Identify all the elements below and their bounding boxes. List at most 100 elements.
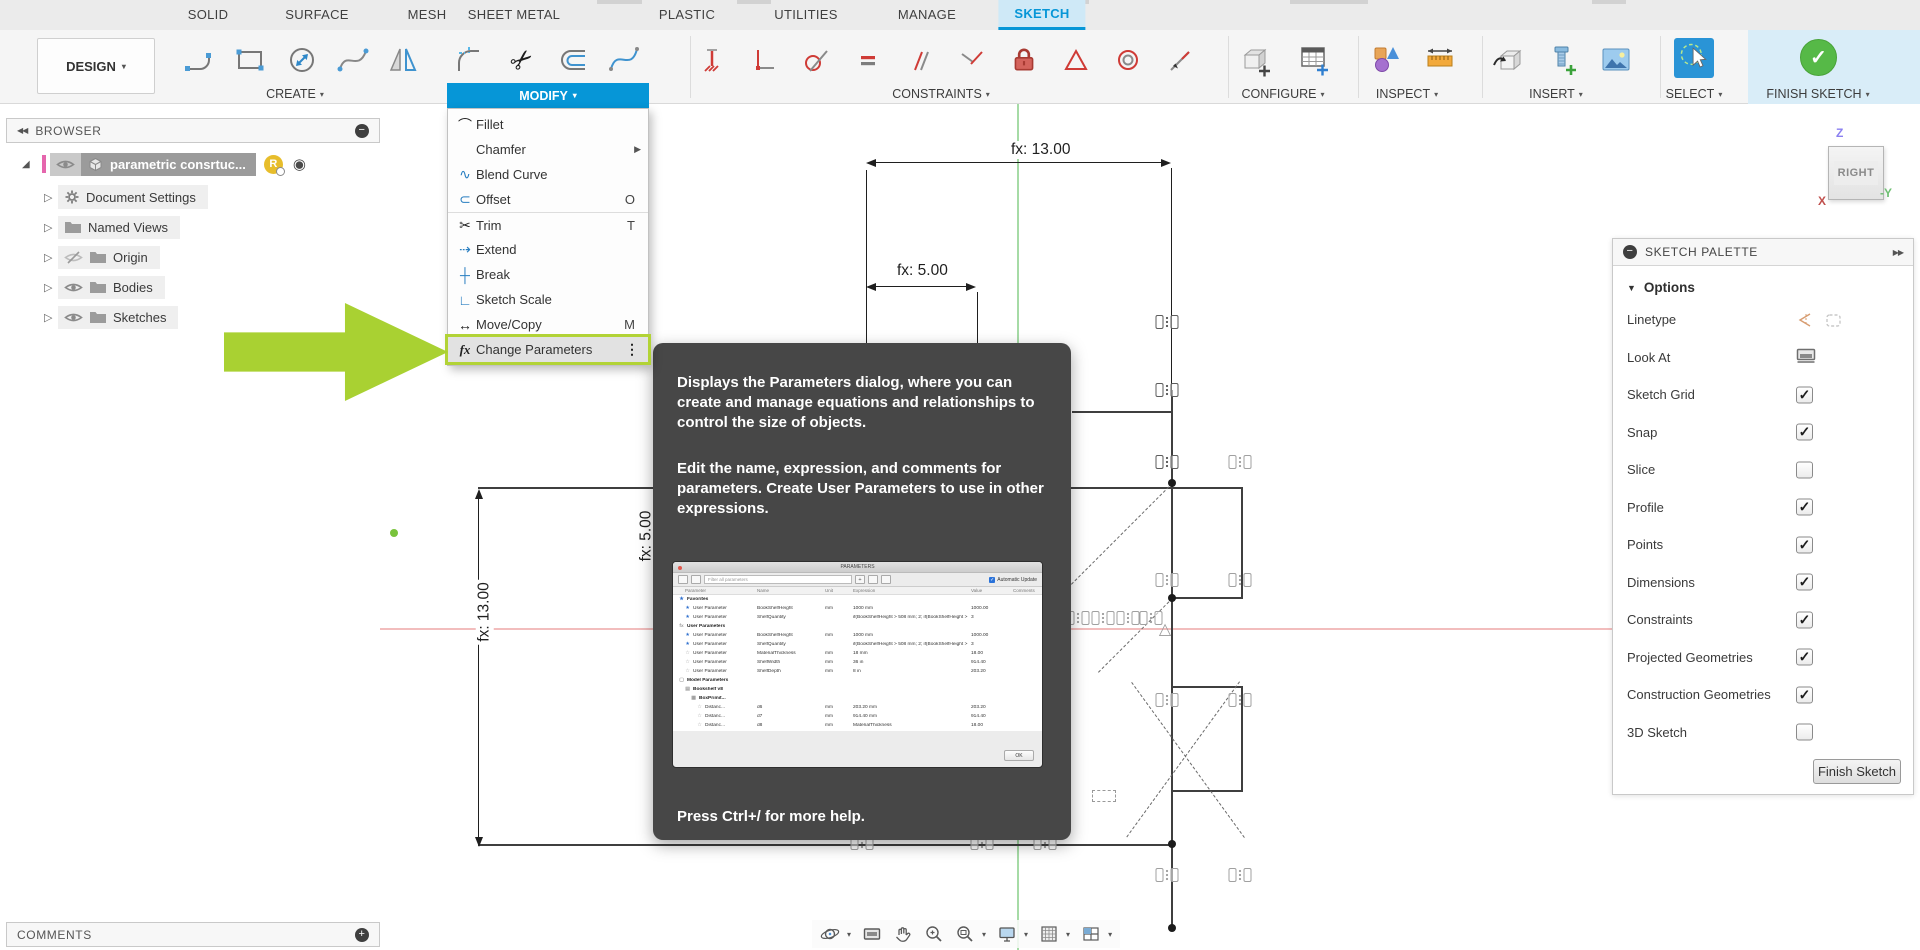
more-options-icon[interactable]: ⋮	[625, 341, 639, 358]
constraint-badge-icon[interactable]	[1229, 573, 1252, 587]
create-group-label[interactable]: CREATE▾	[266, 87, 324, 101]
modify-trim-button[interactable]: ✂	[499, 36, 545, 84]
select-group-label[interactable]: SELECT▾	[1666, 87, 1723, 101]
constraint-badge-icon[interactable]	[1156, 455, 1179, 469]
tab-solid[interactable]: SOLID	[172, 0, 245, 30]
menu-item[interactable]: ⊂ Offset O	[448, 187, 648, 212]
insert-derive-button[interactable]	[1485, 36, 1531, 84]
inspect-shapes-button[interactable]	[1363, 36, 1409, 84]
comments-bar[interactable]: COMMENTS	[6, 922, 380, 947]
expander-icon[interactable]	[44, 311, 58, 324]
palette-checkbox[interactable]	[1796, 424, 1813, 441]
tab-utilities[interactable]: UTILITIES	[758, 0, 853, 30]
tangent-constraint-button[interactable]	[793, 36, 839, 84]
constraint-badge-icon[interactable]	[1156, 383, 1179, 397]
pan-button[interactable]	[893, 924, 913, 944]
expander-icon[interactable]	[44, 191, 58, 204]
create-rectangle-button[interactable]	[227, 36, 273, 84]
palette-checkbox[interactable]	[1796, 499, 1813, 516]
activate-component-icon[interactable]: ◉	[293, 155, 306, 173]
chevron-down-icon[interactable]: ▾	[1024, 930, 1028, 939]
constraints-group-label[interactable]: CONSTRAINTS▾	[892, 87, 990, 101]
menu-item[interactable]: ✂ Trim T	[448, 212, 648, 237]
expander-icon[interactable]	[44, 221, 58, 234]
constraint-badge-icon[interactable]	[1156, 693, 1179, 707]
constraint-badge-icon[interactable]	[1229, 868, 1252, 882]
viewcube-face[interactable]: RIGHT	[1834, 161, 1879, 185]
collapse-panel-icon[interactable]: ◀◀	[17, 126, 27, 135]
zoom-window-button[interactable]	[955, 924, 975, 944]
sketch-point[interactable]	[1168, 840, 1176, 848]
expand-panel-icon[interactable]: ▶▶	[1893, 248, 1903, 257]
select-tool-button[interactable]	[1674, 38, 1714, 78]
lock-constraint-button[interactable]	[1001, 36, 1047, 84]
browser-item[interactable]: Origin	[6, 242, 380, 272]
palette-checkbox[interactable]	[1796, 386, 1813, 403]
fix-constraint-button[interactable]	[689, 36, 735, 84]
look-at-button[interactable]	[862, 924, 882, 944]
sketch-line[interactable]	[1171, 790, 1243, 792]
sketch-point[interactable]	[1168, 924, 1176, 932]
dimension-label[interactable]: fx: 13.00	[476, 579, 494, 644]
options-section-header[interactable]: ▼ Options	[1613, 266, 1913, 301]
palette-checkbox[interactable]	[1796, 536, 1813, 553]
expander-icon[interactable]	[44, 251, 58, 264]
dimension-line[interactable]	[478, 498, 479, 838]
finish-sketch-group-label[interactable]: FINISH SKETCH▾	[1766, 87, 1869, 101]
modify-fillet-button[interactable]	[447, 36, 493, 84]
palette-checkbox[interactable]	[1796, 724, 1813, 741]
palette-checkbox[interactable]	[1796, 686, 1813, 703]
insert-group-label[interactable]: INSERT▾	[1529, 87, 1583, 101]
expander-icon[interactable]	[44, 281, 58, 294]
modify-spline-button[interactable]	[601, 36, 647, 84]
visibility-toggle[interactable]	[50, 153, 81, 176]
palette-checkbox[interactable]	[1796, 461, 1813, 478]
sketch-point[interactable]	[1168, 594, 1176, 602]
menu-item[interactable]: ⇢ Extend	[448, 237, 648, 262]
sketch-line[interactable]	[1072, 411, 1172, 413]
menu-item[interactable]: ∿ Blend Curve	[448, 162, 648, 187]
document-name[interactable]: parametric consrtuc...	[81, 153, 256, 176]
tab-plastic[interactable]: PLASTIC	[643, 0, 731, 30]
zoom-button[interactable]	[924, 924, 944, 944]
create-line-button[interactable]	[177, 36, 223, 84]
concentric-constraint-button[interactable]	[1105, 36, 1151, 84]
parallel-constraint-button[interactable]	[897, 36, 943, 84]
chevron-down-icon[interactable]: ▾	[847, 930, 851, 939]
display-settings-button[interactable]	[997, 924, 1017, 944]
chevron-down-icon[interactable]: ▾	[1066, 930, 1070, 939]
equal-constraint-button[interactable]	[845, 36, 891, 84]
constraint-badge-icon[interactable]	[1229, 455, 1252, 469]
add-comment-icon[interactable]	[355, 928, 369, 942]
viewports-button[interactable]	[1081, 924, 1101, 944]
sketch-line[interactable]	[1171, 686, 1243, 688]
palette-checkbox[interactable]	[1796, 611, 1813, 628]
menu-item[interactable]: Chamfer ▶	[448, 137, 648, 162]
collinear-constraint-button[interactable]	[1157, 36, 1203, 84]
create-mirror-button[interactable]	[380, 36, 426, 84]
constraint-badge-icon[interactable]	[1229, 693, 1252, 707]
design-workspace-button[interactable]: DESIGN ▾	[37, 38, 155, 94]
modify-group-header[interactable]: MODIFY▾	[447, 83, 649, 108]
browser-item[interactable]: Bodies	[6, 272, 380, 302]
dimension-label[interactable]: fx: 5.00	[894, 262, 951, 280]
collapse-circle-icon[interactable]	[355, 124, 369, 138]
insert-image-button[interactable]	[1593, 36, 1639, 84]
orbit-button[interactable]	[820, 924, 840, 944]
inspect-measure-button[interactable]	[1417, 36, 1463, 84]
browser-header[interactable]: ◀◀ BROWSER	[6, 118, 380, 143]
configure-table-button[interactable]	[1291, 36, 1337, 84]
dimension-line[interactable]	[876, 286, 968, 287]
modify-offset-button[interactable]	[551, 36, 597, 84]
menu-item[interactable]: ↔ Move/Copy M	[448, 312, 648, 337]
constraint-badge-icon[interactable]	[1156, 315, 1179, 329]
sketch-point[interactable]	[1168, 479, 1176, 487]
tab-sketch[interactable]: SKETCH	[998, 0, 1085, 30]
sketch-palette-header[interactable]: SKETCH PALETTE ▶▶	[1613, 239, 1913, 266]
grid-settings-button[interactable]	[1039, 924, 1059, 944]
menu-item[interactable]: ∟ Sketch Scale	[448, 287, 648, 312]
midpoint-constraint-button[interactable]	[949, 36, 995, 84]
constraint-badge-icon[interactable]	[1156, 868, 1179, 882]
finish-sketch-button[interactable]: Finish Sketch	[1813, 759, 1901, 784]
palette-checkbox[interactable]	[1796, 574, 1813, 591]
